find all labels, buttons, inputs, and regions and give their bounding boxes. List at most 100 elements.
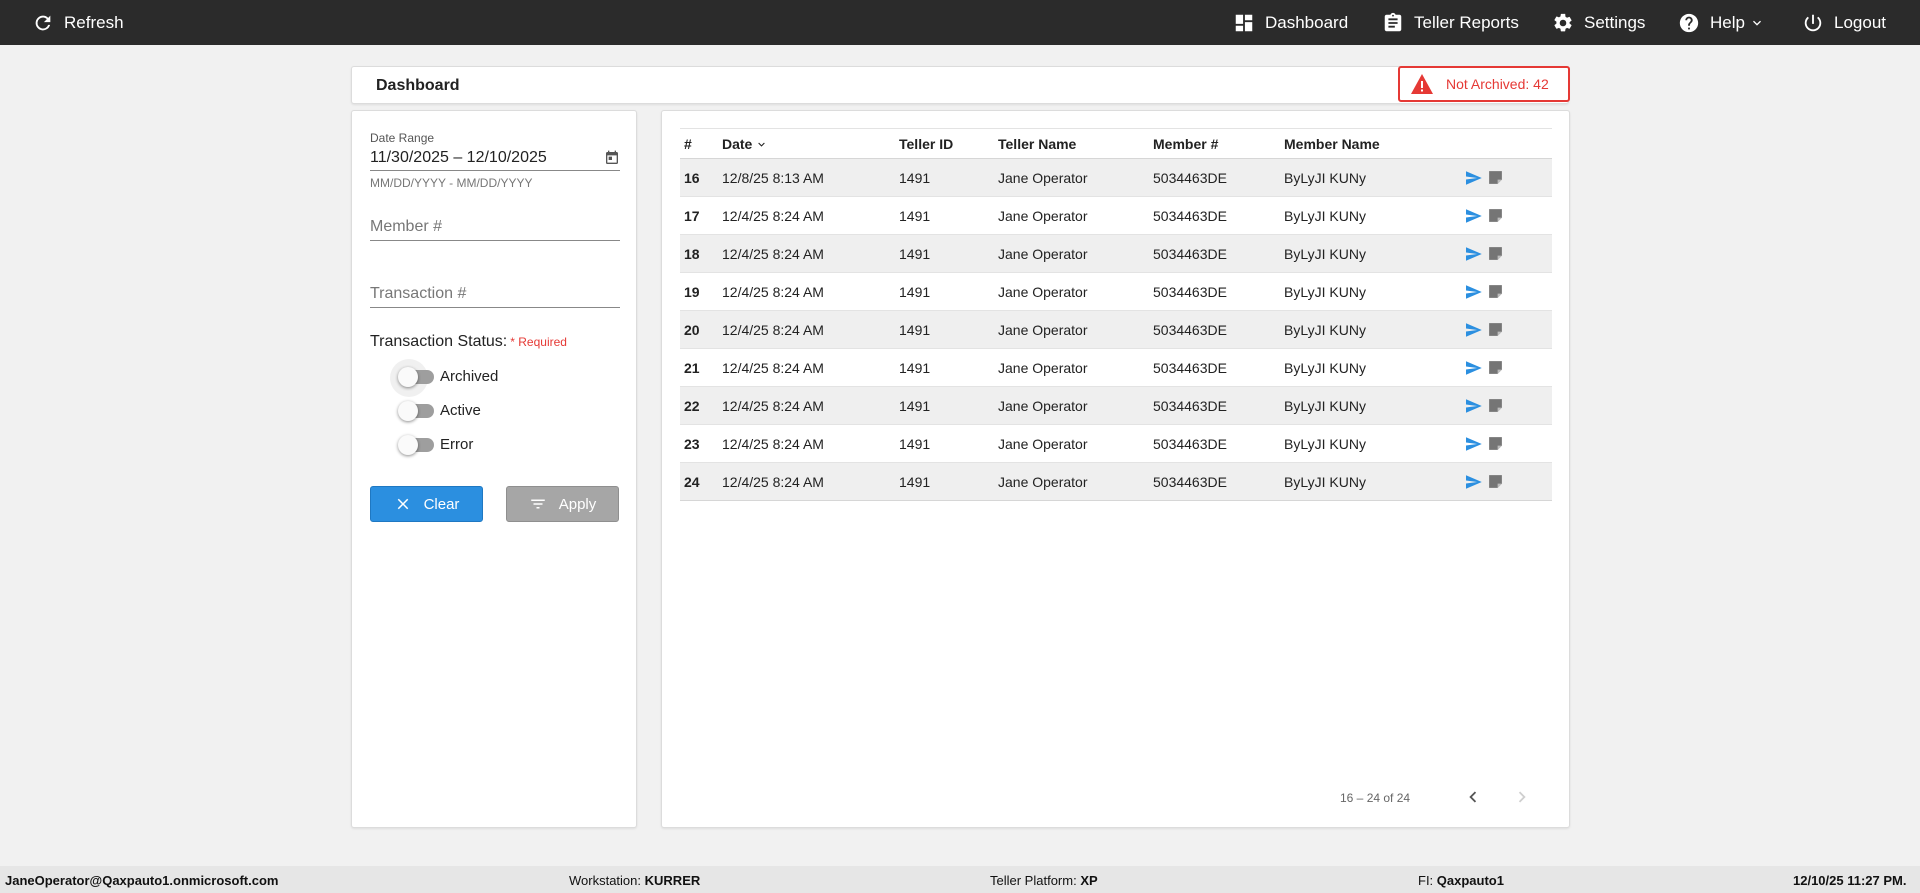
col-date[interactable]: Date — [722, 136, 768, 152]
error-toggle[interactable] — [398, 434, 434, 455]
status-footer: JaneOperator@Qaxpauto1.onmicrosoft.com W… — [0, 866, 1920, 893]
note-icon[interactable] — [1487, 397, 1504, 414]
refresh-label: Refresh — [64, 12, 124, 32]
cell-number: 23 — [684, 436, 700, 452]
cell-date: 12/4/25 8:24 AM — [722, 360, 824, 376]
archived-label: Archived — [440, 368, 499, 385]
cell-member-name: ByLyJI KUNy — [1284, 322, 1366, 338]
not-archived-label: Not Archived: 42 — [1446, 76, 1549, 92]
results-panel: # Date Teller ID Teller Name Member # Me… — [661, 110, 1570, 828]
nav-teller-reports-label: Teller Reports — [1414, 12, 1519, 32]
cell-member-name: ByLyJI KUNy — [1284, 170, 1366, 186]
col-member-name[interactable]: Member Name — [1284, 136, 1380, 152]
cell-member-number: 5034463DE — [1153, 322, 1227, 338]
footer-user: JaneOperator@Qaxpauto1.onmicrosoft.com — [5, 873, 279, 888]
note-icon[interactable] — [1487, 207, 1504, 224]
not-archived-alert[interactable]: Not Archived: 42 — [1398, 66, 1570, 102]
nav-logout[interactable]: Logout — [1802, 0, 1886, 45]
nav-teller-reports[interactable]: Teller Reports — [1382, 0, 1519, 45]
cell-member-number: 5034463DE — [1153, 436, 1227, 452]
required-label: * Required — [510, 335, 567, 349]
cell-date: 12/4/25 8:24 AM — [722, 436, 824, 452]
nav-help-label: Help — [1710, 12, 1745, 32]
note-icon[interactable] — [1487, 321, 1504, 338]
nav-logout-label: Logout — [1834, 12, 1886, 32]
cell-teller-name: Jane Operator — [998, 284, 1088, 300]
cell-member-number: 5034463DE — [1153, 170, 1227, 186]
clear-label: Clear — [423, 495, 460, 513]
toggle-knob — [398, 400, 418, 421]
send-icon[interactable] — [1464, 435, 1483, 453]
nav-settings[interactable]: Settings — [1552, 0, 1645, 45]
cell-teller-name: Jane Operator — [998, 398, 1088, 414]
active-label: Active — [440, 402, 481, 419]
note-icon[interactable] — [1487, 473, 1504, 490]
cell-member-name: ByLyJI KUNy — [1284, 284, 1366, 300]
send-icon[interactable] — [1464, 169, 1483, 187]
fi-value: Qaxpauto1 — [1436, 873, 1504, 888]
table-row[interactable]: 20 12/4/25 8:24 AM 1491 Jane Operator 503446… — [680, 311, 1552, 349]
note-icon[interactable] — [1487, 245, 1504, 262]
cell-date: 12/4/25 8:24 AM — [722, 474, 824, 490]
date-range-field[interactable]: Date Range 11/30/2025 – 12/10/2025 MM/DD… — [370, 131, 620, 190]
table-row[interactable]: 17 12/4/25 8:24 AM 1491 Jane Operator 503446… — [680, 197, 1552, 235]
help-icon — [1679, 13, 1699, 32]
note-icon[interactable] — [1487, 359, 1504, 376]
col-number[interactable]: # — [684, 136, 692, 152]
error-label: Error — [440, 436, 474, 453]
page-title: Dashboard — [376, 77, 460, 94]
cell-member-name: ByLyJI KUNy — [1284, 436, 1366, 452]
chevron-left-icon[interactable] — [1462, 786, 1484, 808]
send-icon[interactable] — [1464, 397, 1483, 415]
apply-button[interactable]: Apply — [506, 486, 619, 522]
footer-workstation: Workstation: KURRER — [569, 873, 700, 888]
status-error-row: Error — [398, 434, 474, 455]
cell-member-number: 5034463DE — [1153, 246, 1227, 262]
cell-date: 12/8/25 8:13 AM — [722, 170, 824, 186]
nav-help[interactable]: Help — [1678, 0, 1765, 45]
table-row[interactable]: 18 12/4/25 8:24 AM 1491 Jane Operator 503446… — [680, 235, 1552, 273]
send-icon[interactable] — [1464, 245, 1483, 263]
table-row[interactable]: 19 12/4/25 8:24 AM 1491 Jane Operator 503446… — [680, 273, 1552, 311]
nav-dashboard-label: Dashboard — [1265, 12, 1349, 32]
table-row[interactable]: 24 12/4/25 8:24 AM 1491 Jane Operator 503446… — [680, 463, 1552, 501]
clear-button[interactable]: Clear — [370, 486, 483, 522]
cell-member-name: ByLyJI KUNy — [1284, 208, 1366, 224]
footer-datetime: 12/10/25 11:27 PM. — [1793, 873, 1907, 888]
chevron-right-icon[interactable] — [1511, 786, 1533, 808]
refresh-button[interactable]: Refresh — [32, 0, 124, 45]
col-teller-id[interactable]: Teller ID — [899, 136, 953, 152]
table-row[interactable]: 16 12/8/25 8:13 AM 1491 Jane Operator 503446… — [680, 159, 1552, 197]
send-icon[interactable] — [1464, 473, 1483, 491]
col-teller-name[interactable]: Teller Name — [998, 136, 1076, 152]
note-icon[interactable] — [1487, 283, 1504, 300]
transaction-input[interactable] — [370, 280, 620, 308]
table-row[interactable]: 23 12/4/25 8:24 AM 1491 Jane Operator 503446… — [680, 425, 1552, 463]
workstation-label: Workstation: — [569, 873, 642, 888]
send-icon[interactable] — [1464, 359, 1483, 377]
calendar-icon[interactable] — [604, 150, 620, 166]
cell-teller-id: 1491 — [899, 170, 931, 186]
transaction-field — [370, 280, 620, 308]
send-icon[interactable] — [1464, 321, 1483, 339]
note-icon[interactable] — [1487, 169, 1504, 186]
gear-icon — [1554, 13, 1572, 31]
active-toggle[interactable] — [398, 400, 434, 421]
nav-settings-label: Settings — [1584, 12, 1646, 32]
send-icon[interactable] — [1464, 207, 1483, 225]
nav-dashboard[interactable]: Dashboard — [1233, 0, 1348, 45]
archived-toggle[interactable] — [390, 358, 434, 397]
cell-number: 24 — [684, 474, 700, 490]
date-range-label: Date Range — [370, 131, 435, 145]
status-active-row: Active — [398, 400, 481, 421]
table-row[interactable]: 22 12/4/25 8:24 AM 1491 Jane Operator 503446… — [680, 387, 1552, 425]
table-row[interactable]: 21 12/4/25 8:24 AM 1491 Jane Operator 503446… — [680, 349, 1552, 387]
note-icon[interactable] — [1487, 435, 1504, 452]
col-member-number[interactable]: Member # — [1153, 136, 1218, 152]
send-icon[interactable] — [1464, 283, 1483, 301]
member-input[interactable] — [370, 213, 620, 241]
cell-number: 20 — [684, 322, 700, 338]
date-range-value[interactable]: 11/30/2025 – 12/10/2025 — [370, 149, 547, 167]
cell-date: 12/4/25 8:24 AM — [722, 284, 824, 300]
filter-icon — [530, 499, 545, 509]
